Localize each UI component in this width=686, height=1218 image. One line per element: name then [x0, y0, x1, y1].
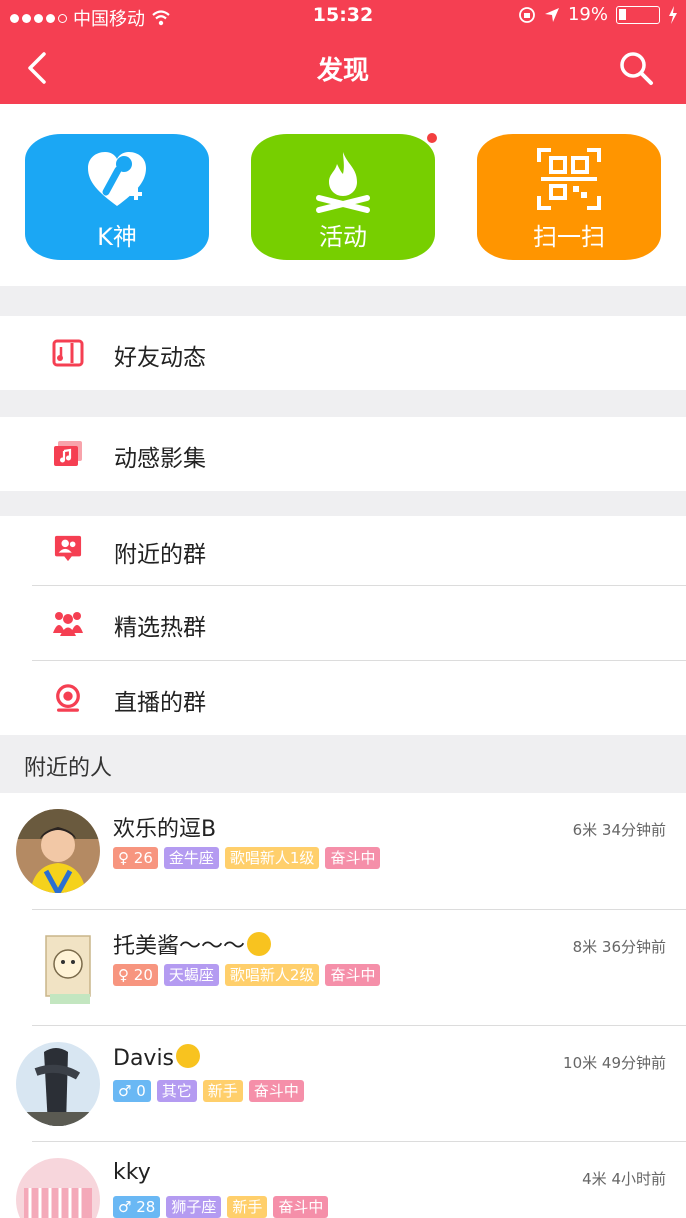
unamused-emoji-icon [176, 1044, 201, 1068]
zodiac-badge: 天蝎座 [163, 964, 219, 986]
menu-item-friends-feed[interactable]: 好友动态 [0, 316, 686, 390]
zodiac-badge: 其它 [156, 1080, 197, 1102]
person-row[interactable]: 托美酱～～～ 8米 36分钟前 ♀ 20 天蝎座 歌唱新人2级 奋斗中 [0, 910, 686, 1026]
menu-item-label: 好友动态 [114, 345, 206, 371]
female-icon: ♀ [118, 966, 129, 984]
menu-item-nearby-groups[interactable]: 附近的群 [0, 516, 686, 585]
photo-album-icon [54, 441, 82, 466]
hot-group-icon [53, 612, 83, 636]
status-badge: 奋斗中 [273, 1196, 329, 1218]
gender-age-badge: ♀ 26 [113, 847, 158, 869]
male-icon: ♂ [118, 1082, 132, 1100]
menu-item-dynamic-album[interactable]: 动感影集 [0, 417, 686, 491]
avatar [16, 1042, 100, 1126]
gender-age-badge: ♀ 20 [113, 964, 158, 986]
nearby-group-icon [54, 535, 82, 562]
rotation-lock-icon [519, 6, 535, 23]
distance-time: 6米 34分钟前 [572, 821, 666, 839]
nearby-people-header: 附近的人 [0, 735, 686, 793]
qr-scan-icon [537, 148, 601, 210]
person-name: kky [113, 1160, 151, 1185]
avatar [16, 926, 100, 1010]
person-row[interactable]: kky 4米 4小时前 ♂ 28 狮子座 新手 奋斗中 [0, 1142, 686, 1218]
menu-item-featured-groups[interactable]: 精选热群 [0, 586, 686, 660]
scan-tile[interactable]: 扫一扫 [477, 134, 661, 260]
search-icon[interactable] [616, 48, 656, 88]
top-bar: 中国移动 15:32 19% 发现 [0, 0, 686, 104]
gender-age-badge: ♂ 0 [113, 1080, 151, 1102]
k-god-tile[interactable]: K神 [25, 134, 209, 260]
male-icon: ♂ [118, 1198, 132, 1216]
campfire-icon [316, 152, 370, 213]
zodiac-badge: 狮子座 [166, 1196, 222, 1218]
live-camera-icon [56, 684, 80, 712]
status-bar: 中国移动 15:32 19% [0, 0, 686, 32]
avatar [16, 1158, 100, 1218]
person-name: 托美酱～～～ [113, 928, 272, 960]
status-badge: 奋斗中 [325, 964, 381, 986]
section-gap [0, 390, 686, 417]
quick-entry-tiles: K神 活动 扫一扫 [0, 104, 686, 286]
karaoke-mic-heart-icon [88, 152, 146, 206]
person-row[interactable]: 欢乐的逗B 6米 34分钟前 ♀ 26 金牛座 歌唱新人1级 奋斗中 [0, 793, 686, 909]
distance-time: 10米 49分钟前 [563, 1054, 666, 1072]
menu-item-label: 附近的群 [114, 542, 206, 568]
battery-percent: 19% [567, 4, 608, 25]
menu-item-label: 动感影集 [114, 446, 206, 472]
level-badge: 新手 [202, 1080, 243, 1102]
status-badge: 奋斗中 [248, 1080, 304, 1102]
avatar [16, 809, 100, 893]
level-badge: 歌唱新人2级 [224, 964, 320, 986]
section-gap [0, 491, 686, 516]
charging-bolt-icon [669, 5, 677, 24]
page-title: 发现 [316, 56, 369, 86]
tile-label: 活动 [319, 223, 367, 251]
menu-item-label: 直播的群 [114, 690, 206, 716]
distance-time: 8米 36分钟前 [572, 938, 666, 956]
level-badge: 歌唱新人1级 [224, 847, 320, 869]
person-name: Davis [113, 1044, 201, 1071]
tile-label: K神 [97, 223, 137, 251]
zodiac-badge: 金牛座 [163, 847, 219, 869]
level-badge: 新手 [227, 1196, 268, 1218]
person-name: 欢乐的逗B [113, 817, 217, 842]
notification-badge [425, 131, 439, 145]
activity-tile[interactable]: 活动 [251, 131, 439, 260]
section-title: 附近的人 [24, 756, 113, 781]
section-gap [0, 286, 686, 316]
battery-icon [616, 5, 660, 24]
menu-item-live-groups[interactable]: 直播的群 [0, 661, 686, 735]
distance-time: 4米 4小时前 [582, 1170, 666, 1188]
gender-age-badge: ♂ 28 [113, 1196, 161, 1218]
menu-item-label: 精选热群 [114, 615, 206, 641]
status-badge: 奋斗中 [325, 847, 381, 869]
person-row[interactable]: Davis 10米 49分钟前 ♂ 0 其它 新手 奋斗中 [0, 1026, 686, 1142]
laughing-tears-emoji-icon [247, 932, 272, 956]
music-note-frame-icon [52, 339, 84, 367]
location-arrow-icon [544, 7, 559, 22]
female-icon: ♀ [118, 849, 129, 867]
tile-label: 扫一扫 [533, 223, 605, 251]
